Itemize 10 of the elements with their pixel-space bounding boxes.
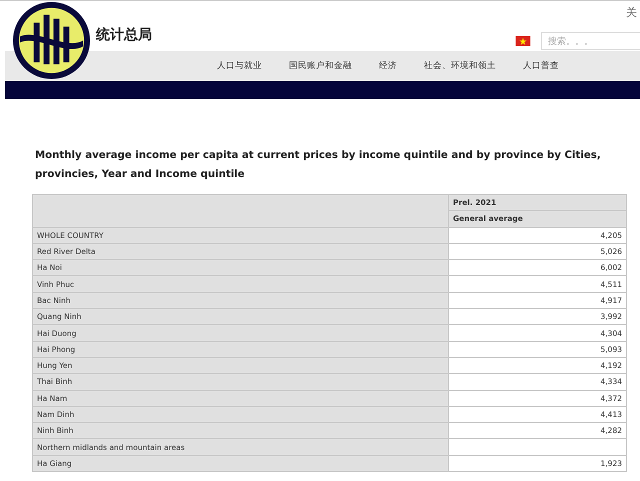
table-title: Monthly average income per capita at current prices by income quintile and by province by Cities, provincies, Year and Income quintile bbox=[35, 149, 602, 182]
site-title[interactable]: 统计总局 bbox=[96, 26, 152, 44]
flag-icon[interactable] bbox=[515, 36, 531, 46]
top-link[interactable]: 关 bbox=[626, 5, 637, 20]
nav-item[interactable]: 人口普查 bbox=[523, 60, 559, 72]
nav-item[interactable]: 社会、环境和领土 bbox=[424, 60, 496, 72]
nav-item[interactable]: 经济 bbox=[379, 60, 397, 72]
nav-item[interactable]: 国民账户和金融 bbox=[289, 60, 352, 72]
search-field[interactable]: 搜索。。。 bbox=[541, 32, 640, 50]
nav-item[interactable]: 人口与就业 bbox=[217, 60, 262, 72]
